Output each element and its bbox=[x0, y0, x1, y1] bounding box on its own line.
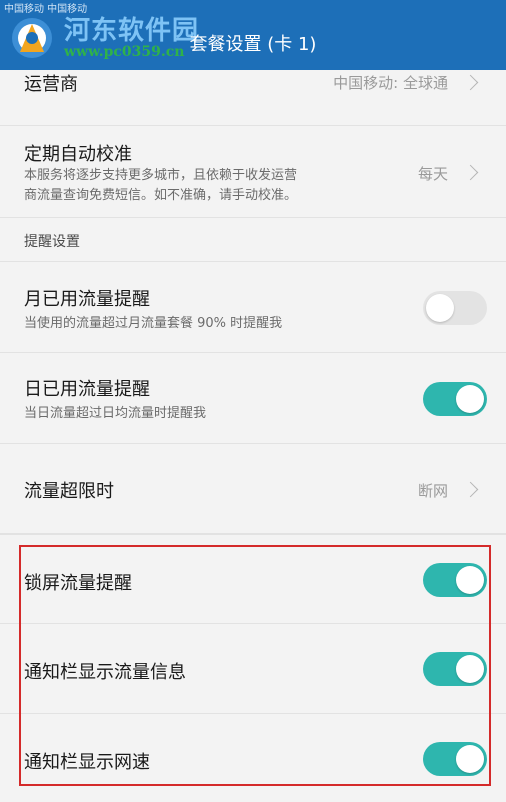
carrier-label: 运营商 bbox=[24, 74, 78, 95]
lockscreen-reminder-row[interactable]: 锁屏流量提醒 bbox=[0, 534, 506, 624]
carrier-value: 中国移动: 全球通 bbox=[333, 74, 448, 92]
over-limit-value: 断网 bbox=[417, 482, 448, 500]
auto-calibrate-desc-line1: 本服务将逐步支持更多城市，且依赖于收发运营 bbox=[24, 168, 298, 183]
auto-calibrate-label: 定期自动校准 bbox=[24, 144, 132, 165]
notify-speed-row[interactable]: 通知栏显示网速 bbox=[0, 714, 506, 802]
daily-reminder-desc: 当日流量超过日均流量时提醒我 bbox=[24, 406, 207, 421]
toggle-knob bbox=[456, 385, 484, 413]
daily-reminder-label: 日已用流量提醒 bbox=[24, 379, 150, 400]
lockscreen-reminder-toggle[interactable] bbox=[423, 563, 487, 597]
carrier-row[interactable]: 运营商 中国移动: 全球通 bbox=[0, 70, 506, 126]
app-header: 中国移动 中国移动 河东软件园 www.pc0359.cn 套餐设置 (卡 1) bbox=[0, 0, 506, 70]
chevron-right-icon bbox=[462, 481, 479, 498]
toggle-knob bbox=[456, 745, 484, 773]
toggle-knob bbox=[456, 566, 484, 594]
toggle-knob bbox=[426, 294, 454, 322]
over-limit-row[interactable]: 流量超限时 断网 bbox=[0, 444, 506, 534]
notify-speed-label: 通知栏显示网速 bbox=[24, 752, 150, 773]
notify-traffic-row[interactable]: 通知栏显示流量信息 bbox=[0, 624, 506, 714]
reminder-section-label: 提醒设置 bbox=[24, 234, 80, 250]
lockscreen-reminder-label: 锁屏流量提醒 bbox=[24, 573, 132, 594]
notify-speed-toggle[interactable] bbox=[423, 742, 487, 776]
monthly-reminder-desc: 当使用的流量超过月流量套餐 90% 时提醒我 bbox=[24, 316, 283, 331]
monthly-reminder-label: 月已用流量提醒 bbox=[24, 289, 150, 310]
chevron-right-icon bbox=[462, 164, 479, 181]
toggle-knob bbox=[456, 655, 484, 683]
daily-reminder-row[interactable]: 日已用流量提醒 当日流量超过日均流量时提醒我 bbox=[0, 353, 506, 444]
page-title: 套餐设置 (卡 1) bbox=[189, 34, 317, 55]
auto-calibrate-desc-line2: 商流量查询免费短信。如不准确，请手动校准。 bbox=[24, 188, 298, 203]
daily-reminder-toggle[interactable] bbox=[423, 382, 487, 416]
auto-calibrate-value: 每天 bbox=[417, 165, 448, 183]
monthly-reminder-toggle[interactable] bbox=[423, 291, 487, 325]
over-limit-label: 流量超限时 bbox=[24, 481, 114, 502]
notify-traffic-toggle[interactable] bbox=[423, 652, 487, 686]
notify-traffic-label: 通知栏显示流量信息 bbox=[24, 662, 186, 683]
chevron-right-icon bbox=[462, 74, 479, 91]
monthly-reminder-row[interactable]: 月已用流量提醒 当使用的流量超过月流量套餐 90% 时提醒我 bbox=[0, 262, 506, 353]
reminder-section-header: 提醒设置 bbox=[0, 218, 506, 262]
auto-calibrate-row[interactable]: 定期自动校准 本服务将逐步支持更多城市，且依赖于收发运营 商流量查询免费短信。如… bbox=[0, 126, 506, 218]
